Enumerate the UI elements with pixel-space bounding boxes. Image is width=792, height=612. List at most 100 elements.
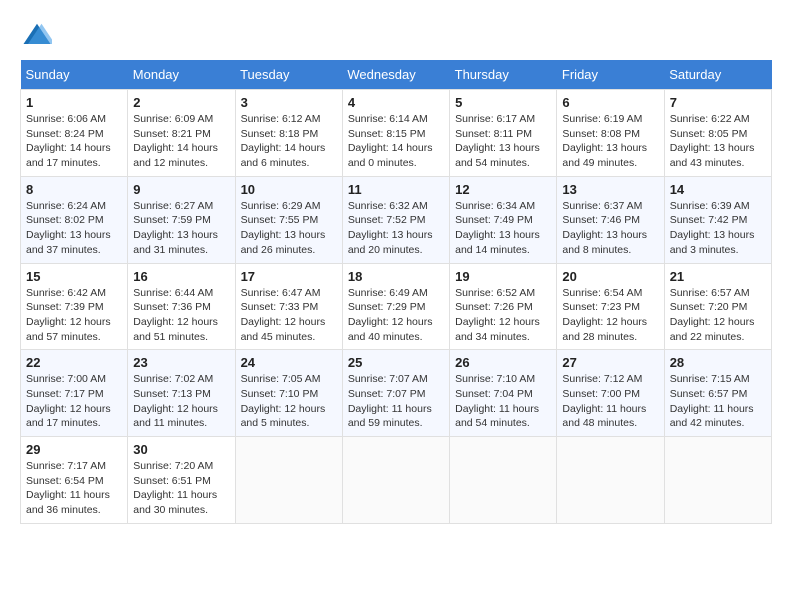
day-info: Sunrise: 6:22 AM Sunset: 8:05 PM Dayligh… bbox=[670, 112, 766, 171]
day-cell-3: 3 Sunrise: 6:12 AM Sunset: 8:18 PM Daylig… bbox=[235, 90, 342, 177]
day-number: 6 bbox=[562, 95, 658, 110]
day-number: 18 bbox=[348, 269, 444, 284]
day-cell-16: 16 Sunrise: 6:44 AM Sunset: 7:36 PM Dayli… bbox=[128, 263, 235, 350]
day-number: 22 bbox=[26, 355, 122, 370]
day-number: 9 bbox=[133, 182, 229, 197]
day-cell-15: 15 Sunrise: 6:42 AM Sunset: 7:39 PM Dayli… bbox=[21, 263, 128, 350]
day-cell-9: 9 Sunrise: 6:27 AM Sunset: 7:59 PM Daylig… bbox=[128, 176, 235, 263]
logo-icon bbox=[22, 20, 52, 50]
week-row-4: 22 Sunrise: 7:00 AM Sunset: 7:17 PM Dayli… bbox=[21, 350, 772, 437]
header-tuesday: Tuesday bbox=[235, 60, 342, 90]
header-friday: Friday bbox=[557, 60, 664, 90]
day-cell-20: 20 Sunrise: 6:54 AM Sunset: 7:23 PM Dayli… bbox=[557, 263, 664, 350]
day-info: Sunrise: 6:42 AM Sunset: 7:39 PM Dayligh… bbox=[26, 286, 122, 345]
calendar-header-row: SundayMondayTuesdayWednesdayThursdayFrid… bbox=[21, 60, 772, 90]
day-number: 30 bbox=[133, 442, 229, 457]
day-number: 14 bbox=[670, 182, 766, 197]
day-cell-17: 17 Sunrise: 6:47 AM Sunset: 7:33 PM Dayli… bbox=[235, 263, 342, 350]
day-info: Sunrise: 7:17 AM Sunset: 6:54 PM Dayligh… bbox=[26, 459, 122, 518]
day-info: Sunrise: 6:32 AM Sunset: 7:52 PM Dayligh… bbox=[348, 199, 444, 258]
day-cell-26: 26 Sunrise: 7:10 AM Sunset: 7:04 PM Dayli… bbox=[450, 350, 557, 437]
day-info: Sunrise: 6:24 AM Sunset: 8:02 PM Dayligh… bbox=[26, 199, 122, 258]
day-info: Sunrise: 7:20 AM Sunset: 6:51 PM Dayligh… bbox=[133, 459, 229, 518]
day-info: Sunrise: 6:12 AM Sunset: 8:18 PM Dayligh… bbox=[241, 112, 337, 171]
empty-cell bbox=[664, 437, 771, 524]
day-info: Sunrise: 6:14 AM Sunset: 8:15 PM Dayligh… bbox=[348, 112, 444, 171]
day-info: Sunrise: 6:09 AM Sunset: 8:21 PM Dayligh… bbox=[133, 112, 229, 171]
day-info: Sunrise: 6:52 AM Sunset: 7:26 PM Dayligh… bbox=[455, 286, 551, 345]
day-info: Sunrise: 6:06 AM Sunset: 8:24 PM Dayligh… bbox=[26, 112, 122, 171]
day-number: 16 bbox=[133, 269, 229, 284]
day-number: 11 bbox=[348, 182, 444, 197]
day-cell-12: 12Sunrise: 6:34 AM Sunset: 7:49 PM Dayli… bbox=[450, 176, 557, 263]
day-cell-23: 23 Sunrise: 7:02 AM Sunset: 7:13 PM Dayli… bbox=[128, 350, 235, 437]
day-info: Sunrise: 6:49 AM Sunset: 7:29 PM Dayligh… bbox=[348, 286, 444, 345]
day-cell-1: 1Sunrise: 6:06 AM Sunset: 8:24 PM Daylig… bbox=[21, 90, 128, 177]
week-row-3: 15 Sunrise: 6:42 AM Sunset: 7:39 PM Dayli… bbox=[21, 263, 772, 350]
week-row-2: 8 Sunrise: 6:24 AM Sunset: 8:02 PM Daylig… bbox=[21, 176, 772, 263]
day-number: 21 bbox=[670, 269, 766, 284]
day-cell-29: 29 Sunrise: 7:17 AM Sunset: 6:54 PM Dayli… bbox=[21, 437, 128, 524]
header-sunday: Sunday bbox=[21, 60, 128, 90]
day-number: 8 bbox=[26, 182, 122, 197]
day-number: 17 bbox=[241, 269, 337, 284]
day-info: Sunrise: 6:19 AM Sunset: 8:08 PM Dayligh… bbox=[562, 112, 658, 171]
week-row-1: 1Sunrise: 6:06 AM Sunset: 8:24 PM Daylig… bbox=[21, 90, 772, 177]
day-info: Sunrise: 7:00 AM Sunset: 7:17 PM Dayligh… bbox=[26, 372, 122, 431]
week-row-5: 29 Sunrise: 7:17 AM Sunset: 6:54 PM Dayli… bbox=[21, 437, 772, 524]
day-cell-19: 19 Sunrise: 6:52 AM Sunset: 7:26 PM Dayli… bbox=[450, 263, 557, 350]
day-info: Sunrise: 7:02 AM Sunset: 7:13 PM Dayligh… bbox=[133, 372, 229, 431]
day-number: 4 bbox=[348, 95, 444, 110]
day-cell-4: 4 Sunrise: 6:14 AM Sunset: 8:15 PM Daylig… bbox=[342, 90, 449, 177]
day-info: Sunrise: 6:17 AM Sunset: 8:11 PM Dayligh… bbox=[455, 112, 551, 171]
header-wednesday: Wednesday bbox=[342, 60, 449, 90]
day-info: Sunrise: 7:12 AM Sunset: 7:00 PM Dayligh… bbox=[562, 372, 658, 431]
empty-cell bbox=[342, 437, 449, 524]
logo bbox=[20, 20, 52, 50]
day-cell-24: 24 Sunrise: 7:05 AM Sunset: 7:10 PM Dayli… bbox=[235, 350, 342, 437]
day-number: 28 bbox=[670, 355, 766, 370]
day-number: 26 bbox=[455, 355, 551, 370]
day-cell-13: 13Sunrise: 6:37 AM Sunset: 7:46 PM Dayli… bbox=[557, 176, 664, 263]
day-number: 7 bbox=[670, 95, 766, 110]
day-number: 20 bbox=[562, 269, 658, 284]
empty-cell bbox=[235, 437, 342, 524]
day-info: Sunrise: 6:27 AM Sunset: 7:59 PM Dayligh… bbox=[133, 199, 229, 258]
day-info: Sunrise: 7:10 AM Sunset: 7:04 PM Dayligh… bbox=[455, 372, 551, 431]
page-header bbox=[20, 20, 772, 50]
day-cell-30: 30 Sunrise: 7:20 AM Sunset: 6:51 PM Dayli… bbox=[128, 437, 235, 524]
empty-cell bbox=[450, 437, 557, 524]
day-number: 12 bbox=[455, 182, 551, 197]
day-number: 13 bbox=[562, 182, 658, 197]
day-number: 29 bbox=[26, 442, 122, 457]
empty-cell bbox=[557, 437, 664, 524]
day-cell-7: 7 Sunrise: 6:22 AM Sunset: 8:05 PM Daylig… bbox=[664, 90, 771, 177]
day-cell-25: 25Sunrise: 7:07 AM Sunset: 7:07 PM Dayli… bbox=[342, 350, 449, 437]
day-cell-10: 10 Sunrise: 6:29 AM Sunset: 7:55 PM Dayli… bbox=[235, 176, 342, 263]
day-info: Sunrise: 6:47 AM Sunset: 7:33 PM Dayligh… bbox=[241, 286, 337, 345]
day-cell-6: 6 Sunrise: 6:19 AM Sunset: 8:08 PM Daylig… bbox=[557, 90, 664, 177]
day-info: Sunrise: 6:54 AM Sunset: 7:23 PM Dayligh… bbox=[562, 286, 658, 345]
day-number: 25 bbox=[348, 355, 444, 370]
day-number: 19 bbox=[455, 269, 551, 284]
day-number: 15 bbox=[26, 269, 122, 284]
day-info: Sunrise: 6:44 AM Sunset: 7:36 PM Dayligh… bbox=[133, 286, 229, 345]
header-saturday: Saturday bbox=[664, 60, 771, 90]
calendar-table: SundayMondayTuesdayWednesdayThursdayFrid… bbox=[20, 60, 772, 524]
day-cell-11: 11 Sunrise: 6:32 AM Sunset: 7:52 PM Dayli… bbox=[342, 176, 449, 263]
day-cell-2: 2Sunrise: 6:09 AM Sunset: 8:21 PM Daylig… bbox=[128, 90, 235, 177]
day-info: Sunrise: 6:57 AM Sunset: 7:20 PM Dayligh… bbox=[670, 286, 766, 345]
day-cell-22: 22 Sunrise: 7:00 AM Sunset: 7:17 PM Dayli… bbox=[21, 350, 128, 437]
day-cell-18: 18 Sunrise: 6:49 AM Sunset: 7:29 PM Dayli… bbox=[342, 263, 449, 350]
day-number: 24 bbox=[241, 355, 337, 370]
day-number: 23 bbox=[133, 355, 229, 370]
day-info: Sunrise: 7:15 AM Sunset: 6:57 PM Dayligh… bbox=[670, 372, 766, 431]
day-info: Sunrise: 6:29 AM Sunset: 7:55 PM Dayligh… bbox=[241, 199, 337, 258]
day-cell-21: 21 Sunrise: 6:57 AM Sunset: 7:20 PM Dayli… bbox=[664, 263, 771, 350]
day-number: 10 bbox=[241, 182, 337, 197]
day-number: 3 bbox=[241, 95, 337, 110]
day-info: Sunrise: 7:05 AM Sunset: 7:10 PM Dayligh… bbox=[241, 372, 337, 431]
day-cell-14: 14Sunrise: 6:39 AM Sunset: 7:42 PM Dayli… bbox=[664, 176, 771, 263]
header-thursday: Thursday bbox=[450, 60, 557, 90]
day-cell-27: 27Sunrise: 7:12 AM Sunset: 7:00 PM Dayli… bbox=[557, 350, 664, 437]
